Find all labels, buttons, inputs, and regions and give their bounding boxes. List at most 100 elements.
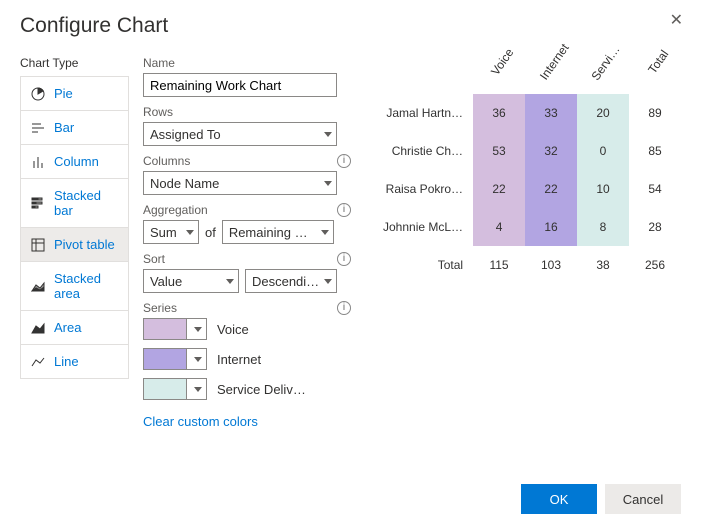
series-item: Service Deliv…	[143, 378, 351, 400]
chart-type-pivot-table[interactable]: Pivot table	[21, 228, 128, 262]
chevron-down-icon	[321, 230, 329, 235]
sort-by-select[interactable]: Value	[143, 269, 239, 293]
pivot-table-icon	[31, 238, 45, 252]
chart-type-column[interactable]: Column	[21, 145, 128, 179]
aggregation-label: Aggregation	[143, 203, 208, 217]
aggregation-field-select[interactable]: Remaining Work	[222, 220, 334, 244]
pivot-cell: 54	[629, 170, 681, 208]
chart-type-label: Line	[54, 354, 79, 369]
chevron-down-icon	[194, 387, 202, 392]
pivot-row-header: Johnnie McL…	[381, 208, 473, 246]
chart-type-label: Stacked area	[54, 271, 118, 301]
chart-type-stacked-area[interactable]: Stacked area	[21, 262, 128, 311]
pivot-cell: 4	[473, 208, 525, 246]
rows-select[interactable]: Assigned To	[143, 122, 337, 146]
chevron-down-icon	[194, 357, 202, 362]
table-row-total: Total11510338256	[381, 246, 681, 284]
pivot-cell: 8	[577, 208, 629, 246]
stacked-area-icon	[31, 279, 45, 293]
pivot-cell: 22	[525, 170, 577, 208]
pivot-cell: 115	[473, 246, 525, 284]
pivot-cell: 36	[473, 94, 525, 132]
pivot-cell: 28	[629, 208, 681, 246]
pivot-preview: VoiceInternetService Del…Total Jamal Har…	[381, 56, 681, 284]
rows-label: Rows	[143, 105, 173, 119]
info-icon[interactable]: i	[337, 252, 351, 266]
clear-colors-link[interactable]: Clear custom colors	[143, 414, 258, 429]
chart-type-bar[interactable]: Bar	[21, 111, 128, 145]
pivot-cell: 53	[473, 132, 525, 170]
pivot-row-header: Christie Ch…	[381, 132, 473, 170]
chart-type-label: Chart Type	[20, 56, 129, 70]
dialog-title: Configure Chart	[20, 14, 681, 38]
pivot-col-header: Total	[629, 56, 681, 94]
pivot-cell: 16	[525, 208, 577, 246]
name-label: Name	[143, 56, 175, 70]
chart-type-label: Area	[54, 320, 81, 335]
sort-label: Sort	[143, 252, 165, 266]
columns-label: Columns	[143, 154, 190, 168]
series-label: Voice	[217, 322, 249, 337]
pivot-cell: 32	[525, 132, 577, 170]
info-icon[interactable]: i	[337, 301, 351, 315]
sort-dir-select[interactable]: Descending	[245, 269, 337, 293]
pivot-row-header: Raisa Pokro…	[381, 170, 473, 208]
chart-type-stacked-bar[interactable]: Stacked bar	[21, 179, 128, 228]
ok-button[interactable]: OK	[521, 484, 597, 514]
chevron-down-icon	[324, 132, 332, 137]
pivot-cell: 256	[629, 246, 681, 284]
pivot-cell: 0	[577, 132, 629, 170]
info-icon[interactable]: i	[337, 154, 351, 168]
line-icon	[31, 355, 45, 369]
table-row: Jamal Hartn…36332089	[381, 94, 681, 132]
chevron-down-icon	[324, 181, 332, 186]
pivot-col-header: Service Del…	[577, 56, 629, 94]
chart-type-pie[interactable]: Pie	[21, 77, 128, 111]
cancel-button[interactable]: Cancel	[605, 484, 681, 514]
chart-type-label: Bar	[54, 120, 74, 135]
chart-type-label: Stacked bar	[54, 188, 118, 218]
series-label: Series	[143, 301, 177, 315]
pivot-row-header: Jamal Hartn…	[381, 94, 473, 132]
info-icon[interactable]: i	[337, 203, 351, 217]
pie-icon	[31, 87, 45, 101]
pivot-col-header: Internet	[525, 56, 577, 94]
chevron-down-icon	[194, 327, 202, 332]
close-icon[interactable]: ✕	[670, 10, 683, 30]
chart-type-label: Pivot table	[54, 237, 115, 252]
column-icon	[31, 155, 45, 169]
table-row: Johnnie McL…416828	[381, 208, 681, 246]
chart-type-area[interactable]: Area	[21, 311, 128, 345]
series-color-picker[interactable]	[143, 348, 207, 370]
chart-type-label: Pie	[54, 86, 73, 101]
pivot-cell: 33	[525, 94, 577, 132]
series-label: Internet	[217, 352, 261, 367]
chart-type-line[interactable]: Line	[21, 345, 128, 378]
chart-type-label: Column	[54, 154, 99, 169]
pivot-cell: 20	[577, 94, 629, 132]
chevron-down-icon	[324, 279, 332, 284]
pivot-cell: 85	[629, 132, 681, 170]
chevron-down-icon	[186, 230, 194, 235]
series-item: Internet	[143, 348, 351, 370]
chevron-down-icon	[226, 279, 234, 284]
series-color-picker[interactable]	[143, 318, 207, 340]
pivot-row-header: Total	[381, 246, 473, 284]
stacked-bar-icon	[31, 196, 45, 210]
series-label: Service Deliv…	[217, 382, 306, 397]
of-label: of	[205, 225, 216, 240]
aggregation-fn-select[interactable]: Sum	[143, 220, 199, 244]
pivot-cell: 89	[629, 94, 681, 132]
pivot-cell: 38	[577, 246, 629, 284]
bar-icon	[31, 121, 45, 135]
columns-select[interactable]: Node Name	[143, 171, 337, 195]
pivot-cell: 103	[525, 246, 577, 284]
pivot-cell: 22	[473, 170, 525, 208]
name-input[interactable]	[143, 73, 337, 97]
table-row: Raisa Pokro…22221054	[381, 170, 681, 208]
pivot-col-header: Voice	[473, 56, 525, 94]
pivot-cell: 10	[577, 170, 629, 208]
area-icon	[31, 321, 45, 335]
table-row: Christie Ch…5332085	[381, 132, 681, 170]
series-color-picker[interactable]	[143, 378, 207, 400]
